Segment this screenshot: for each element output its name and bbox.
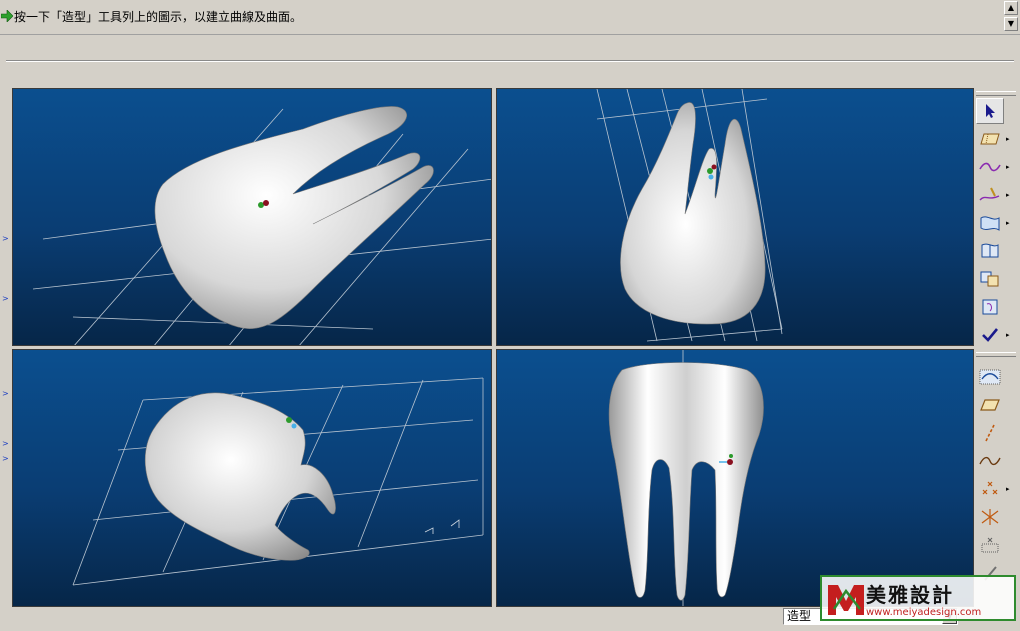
plane-icon[interactable] (976, 392, 1004, 418)
intersect-points-icon[interactable] (976, 504, 1004, 530)
tooth-surface (620, 102, 766, 325)
input-divider (6, 60, 1014, 62)
expand-marker-icon[interactable]: > (2, 440, 9, 448)
curve-surface-icon[interactable] (976, 238, 1004, 264)
toolbar-grip[interactable] (976, 91, 1016, 96)
tooth-model-view (72, 377, 484, 586)
mode-value: 造型 (787, 609, 812, 623)
expand-marker-icon[interactable]: > (2, 390, 9, 398)
tooth-model-view (32, 106, 491, 345)
watermark-title: 美雅設計 (866, 583, 954, 607)
tooth-surface (608, 362, 764, 601)
viewport-bottom-right[interactable] (496, 349, 974, 607)
select-arrow-icon[interactable] (976, 98, 1004, 124)
viewport-top-right[interactable] (496, 88, 974, 346)
toolbar-grip[interactable] (976, 352, 1016, 357)
connect-surface-icon[interactable] (976, 266, 1004, 292)
curve-icon[interactable] (976, 154, 1004, 180)
message-bar: 按一下「造型」工具列上的圖示，以建立曲線及曲面。 ▲ ▼ (0, 0, 1020, 35)
trim-surface-icon[interactable] (976, 294, 1004, 320)
viewport-top-left[interactable] (12, 88, 492, 346)
watermark-logo (828, 585, 864, 615)
prompt-message: 按一下「造型」工具列上的圖示，以建立曲線及曲面。 (14, 10, 303, 24)
viewport-bottom-left[interactable] (12, 349, 492, 607)
tooth-model-view (608, 350, 764, 606)
message-scroll[interactable]: ▲ ▼ (1004, 1, 1018, 32)
grid-points-icon[interactable] (976, 532, 1004, 558)
tooth-surface (154, 106, 434, 329)
done-check-icon[interactable] (976, 322, 1004, 348)
scroll-up-icon[interactable]: ▲ (1004, 1, 1018, 15)
expand-marker-icon[interactable]: > (2, 455, 9, 463)
boundary-surface-icon[interactable] (976, 210, 1004, 236)
watermark-url: www.meiyadesign.com (866, 607, 982, 618)
tooth-model-view (596, 89, 783, 342)
datum-plane-icon[interactable] (976, 126, 1004, 152)
styling-toolbar: ▸ ▸ ▸ ▸ ▸ ▸ (974, 88, 1020, 608)
green-arrow-icon (1, 10, 13, 22)
axis-triad (424, 519, 460, 534)
watermark: 美雅設計 www.meiyadesign.com (820, 575, 1016, 621)
points-icon[interactable] (976, 476, 1004, 502)
tooth-surface (144, 392, 336, 561)
input-area[interactable] (0, 35, 1020, 83)
curve-from-surface-icon[interactable] (976, 364, 1004, 390)
expand-marker-icon[interactable]: > (2, 295, 9, 303)
expand-marker-icon[interactable]: > (2, 235, 9, 243)
dashed-line-icon[interactable] (976, 420, 1004, 446)
scroll-down-icon[interactable]: ▼ (1004, 17, 1018, 31)
freeform-curve-icon[interactable] (976, 448, 1004, 474)
sketch-curve-icon[interactable] (976, 182, 1004, 208)
left-panel-edge: > > > > > (0, 86, 10, 608)
